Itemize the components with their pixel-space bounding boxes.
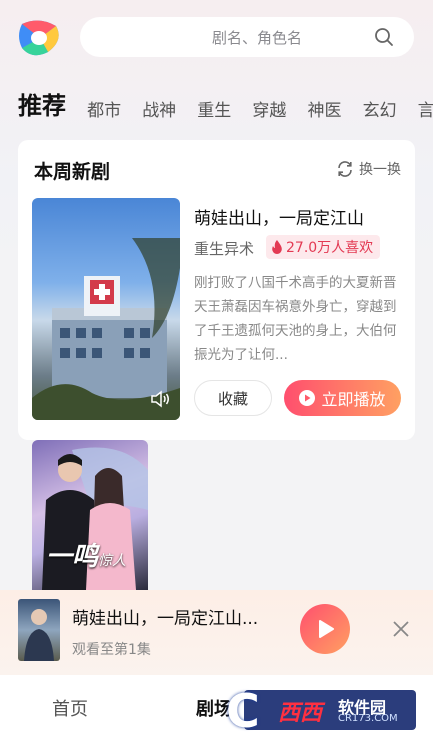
section-title: 本周新剧 [34,161,111,183]
now-playing-progress: 观看至第1集 [72,642,151,658]
poster-caption: 一鸣惊人 [46,542,127,572]
weekly-new-dramas-card: 本周新剧 换一换 萌娃出山，一局定江山 重生异术 27.0万人喜欢 刚打败了八国… [18,140,415,440]
tab-war-god[interactable]: 战神 [142,96,176,121]
search-bar[interactable]: 剧名、角色名 [80,17,414,57]
now-playing-title: 萌娃出山，一局定江山... [72,609,259,629]
drama-description: 刚打败了八国千术高手的大夏新晋天王萧磊因车祸意外身亡，穿越到了千王遗孤何天池的身… [194,275,397,363]
play-now-button[interactable]: 立即播放 [284,380,401,416]
favorite-button[interactable]: 收藏 [194,380,272,416]
tab-recommend[interactable]: 推荐 [18,86,66,125]
tab-romance[interactable]: 言 [418,96,433,121]
refresh-button[interactable]: 换一换 [336,159,401,179]
watermark-url: CR173.COM [338,713,398,724]
nav-home[interactable]: 首页 [52,695,88,721]
watermark-logo: C 西西 软件园 CR173.COM [226,684,416,738]
drama-genre: 重生异术 [194,240,255,258]
app-logo-icon [19,20,59,56]
watermark-box [244,690,416,730]
category-tabs: 推荐 都市 战神 重生 穿越 神医 玄幻 言 [18,86,433,126]
play-circle-icon [299,390,316,406]
now-playing-thumbnail [18,599,60,661]
likes-count: 27.0万人喜欢 [286,240,374,256]
sound-icon[interactable] [150,390,170,408]
drama-title[interactable]: 萌娃出山，一局定江山 [194,204,364,229]
likes-badge: 27.0万人喜欢 [266,235,381,259]
now-playing-bar[interactable]: 萌娃出山，一局定江山... 观看至第1集 [0,590,433,675]
play-icon [319,620,334,638]
now-playing-play-button[interactable] [300,604,350,654]
tab-time-travel[interactable]: 穿越 [252,96,286,121]
watermark-name: 西西 [278,701,323,726]
fire-icon [272,240,282,254]
second-drama-poster[interactable]: 一鸣惊人 [32,440,148,590]
refresh-icon [338,161,352,177]
tab-urban[interactable]: 都市 [87,96,121,121]
play-now-label: 立即播放 [321,390,386,409]
featured-poster[interactable] [32,198,180,420]
tab-rebirth[interactable]: 重生 [197,96,231,121]
watermark-letter: C [226,684,260,738]
refresh-label: 换一换 [359,162,401,178]
tab-fantasy[interactable]: 玄幻 [363,96,397,121]
search-icon[interactable] [374,27,394,47]
poster-artwork [32,238,180,420]
close-icon[interactable] [392,620,410,638]
tab-miracle-doctor[interactable]: 神医 [307,96,341,121]
search-placeholder: 剧名、角色名 [211,28,302,47]
